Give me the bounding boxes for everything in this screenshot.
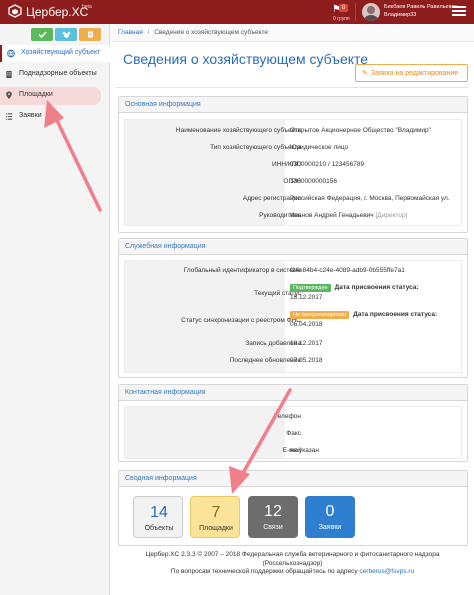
row-value: Иванов Андрей Генадьевич [Директор] (290, 212, 407, 219)
panel-title: Сводная информация (119, 471, 467, 487)
breadcrumb: Главная / Сведения о хозяйствующем субъе… (111, 24, 474, 42)
sites-tile[interactable]: 7 Площадки (190, 496, 240, 538)
dog-icon (62, 31, 70, 38)
row-value: 0300000210 / 123456789 (290, 161, 365, 168)
row-label: Наименование хозяйствующего субъекта (175, 127, 301, 134)
row-label: Тип хозяйствующего субъекта (210, 144, 301, 151)
sidebar-item-label: Заявки (19, 112, 42, 119)
director-name: Иванов Андрей Генадьевич (290, 212, 374, 219)
row-label: Глобальный идентификатор в системе (183, 267, 301, 274)
footer: Цербер.XC 2.3.3 © 2007 – 2018 Федеральна… (111, 551, 474, 577)
basic-info-panel: Основная информация Наименование хозяйст… (118, 96, 468, 233)
group-count: 0 групп (333, 16, 350, 22)
tile-label: Объекты (144, 525, 174, 532)
service-info-panel: Служебная информация Глобальный идентифи… (118, 238, 468, 378)
sync-status-badge: Не синхронизирован (290, 311, 350, 319)
logo-icon[interactable] (8, 4, 22, 18)
requests-tile[interactable]: 0 Заявки (305, 496, 355, 538)
footer-support: По вопросам технической поддержки обраща… (111, 568, 474, 577)
footer-agency: (Россельхознадзор) (262, 559, 323, 567)
sidebar: Хозяйствующий субъект Поднадзорные объек… (0, 24, 110, 595)
breadcrumb-home-link[interactable]: Главная (118, 29, 143, 36)
row-label: Факс (286, 430, 301, 437)
user-login[interactable]: Владимир33 (384, 12, 416, 18)
tile-label: Площадки (199, 525, 233, 532)
row-label: Телефон (274, 413, 301, 420)
basic-info-table: Наименование хозяйствующего субъекта Отк… (124, 119, 462, 226)
check-icon (37, 31, 47, 38)
tile-count: 0 (325, 503, 335, 520)
globe-icon (7, 49, 15, 58)
tile-label: Заявки (318, 524, 342, 531)
sidebar-item-label: Хозяйствующий субъект (21, 49, 101, 56)
sidebar-item-label: Поднадзорные объекты (19, 70, 97, 77)
objects-tile[interactable]: 14 Объекты (133, 496, 183, 538)
quick-document-button[interactable] (79, 28, 101, 41)
panel-title: Служебная информация (119, 239, 467, 255)
beta-label: beta (82, 4, 92, 10)
building-icon (6, 70, 12, 79)
tile-count: 14 (150, 504, 168, 521)
quick-animal-button[interactable] (55, 28, 77, 41)
sidebar-item-objects[interactable]: Поднадзорные объекты (0, 66, 110, 83)
row-label: Статус синхронизации с реестром ФНС (181, 317, 301, 324)
sync-date: 06.04.2018 (290, 321, 323, 328)
status-date-label: Дата присвоения статуса: (334, 284, 419, 291)
links-tile[interactable]: 12 Связи (248, 496, 298, 538)
added-date: 18.12.2017 (290, 340, 323, 347)
breadcrumb-separator: / (147, 29, 150, 36)
edit-request-label: Заявка на редактирование (370, 70, 459, 77)
row-value: Российская Федерация, г. Москва, Первома… (290, 195, 450, 202)
tile-count: 12 (264, 503, 282, 520)
document-icon (87, 31, 93, 38)
guid-value: f24e84b4-c24e-4089-adb9-0b555ffe7a1 (290, 267, 405, 274)
avatar[interactable] (362, 3, 380, 21)
label-column (125, 120, 285, 225)
quick-check-button[interactable] (31, 28, 53, 41)
contact-info-panel: Контактная информация Телефон Факс E-mai… (118, 384, 468, 462)
tile-label: Связи (263, 524, 283, 531)
row-value: Юридическое лицо (290, 144, 349, 151)
user-name[interactable]: Бикбаев Равиль Равильевич (384, 4, 457, 10)
edit-request-button[interactable]: ✎ Заявка на редактирование (355, 64, 468, 82)
sidebar-item-label: Площадки (19, 91, 53, 98)
support-email-link[interactable]: cerberus@fsvps.ru (359, 568, 414, 575)
email-value: не указан (290, 447, 319, 454)
status-date: 18.12.2017 (290, 294, 323, 301)
updated-date: 07.05.2018 (290, 357, 323, 364)
hamburger-menu-icon[interactable] (452, 6, 466, 17)
sidebar-item-entity[interactable]: Хозяйствующий субъект (0, 45, 110, 62)
header-divider (355, 3, 356, 21)
edit-icon: ✎ (362, 70, 368, 77)
sidebar-item-sites[interactable]: Площадки (0, 87, 101, 105)
list-icon (5, 113, 13, 120)
brand-title[interactable]: Цербер.XC (26, 5, 88, 19)
footer-copyright: Цербер.XC 2.3.3 © 2007 – 2018 Федеральна… (145, 551, 440, 558)
breadcrumb-current: Сведения о хозяйствующем субъекте (154, 29, 268, 36)
sync-date-label: Дата присвоения статуса: (353, 311, 438, 318)
label-column (125, 407, 285, 458)
tile-count: 7 (211, 504, 221, 521)
row-value: Открытое Акционерное Общество "Владимир" (290, 127, 431, 134)
row-value: 1300000000156 (290, 178, 337, 185)
status-badge: Подтвержден (290, 284, 331, 292)
panel-title: Контактная информация (119, 385, 467, 401)
sidebar-item-requests[interactable]: Заявки (0, 108, 110, 125)
director-position: [Директор] (375, 212, 408, 219)
notification-badge[interactable]: 0 (339, 4, 349, 12)
user-avatar-icon (364, 6, 378, 21)
status-value: Подтвержден Дата присвоения статуса: (290, 284, 419, 292)
sync-value: Не синхронизирован Дата присвоения статус… (290, 311, 437, 319)
service-info-table: Глобальный идентификатор в системе f24e8… (124, 260, 462, 373)
contact-info-table: Телефон Факс E-mail не указан (124, 406, 462, 459)
top-bar: Цербер.XC beta ⚑ 0 0 групп Бикбаев Равил… (0, 0, 474, 24)
map-marker-icon (6, 91, 12, 100)
page-title: Сведения о хозяйствующем субъекте (123, 51, 369, 67)
panel-title: Основная информация (119, 97, 467, 113)
footer-support-text: По вопросам технической поддержки обраща… (170, 568, 358, 575)
title-divider (116, 87, 468, 88)
